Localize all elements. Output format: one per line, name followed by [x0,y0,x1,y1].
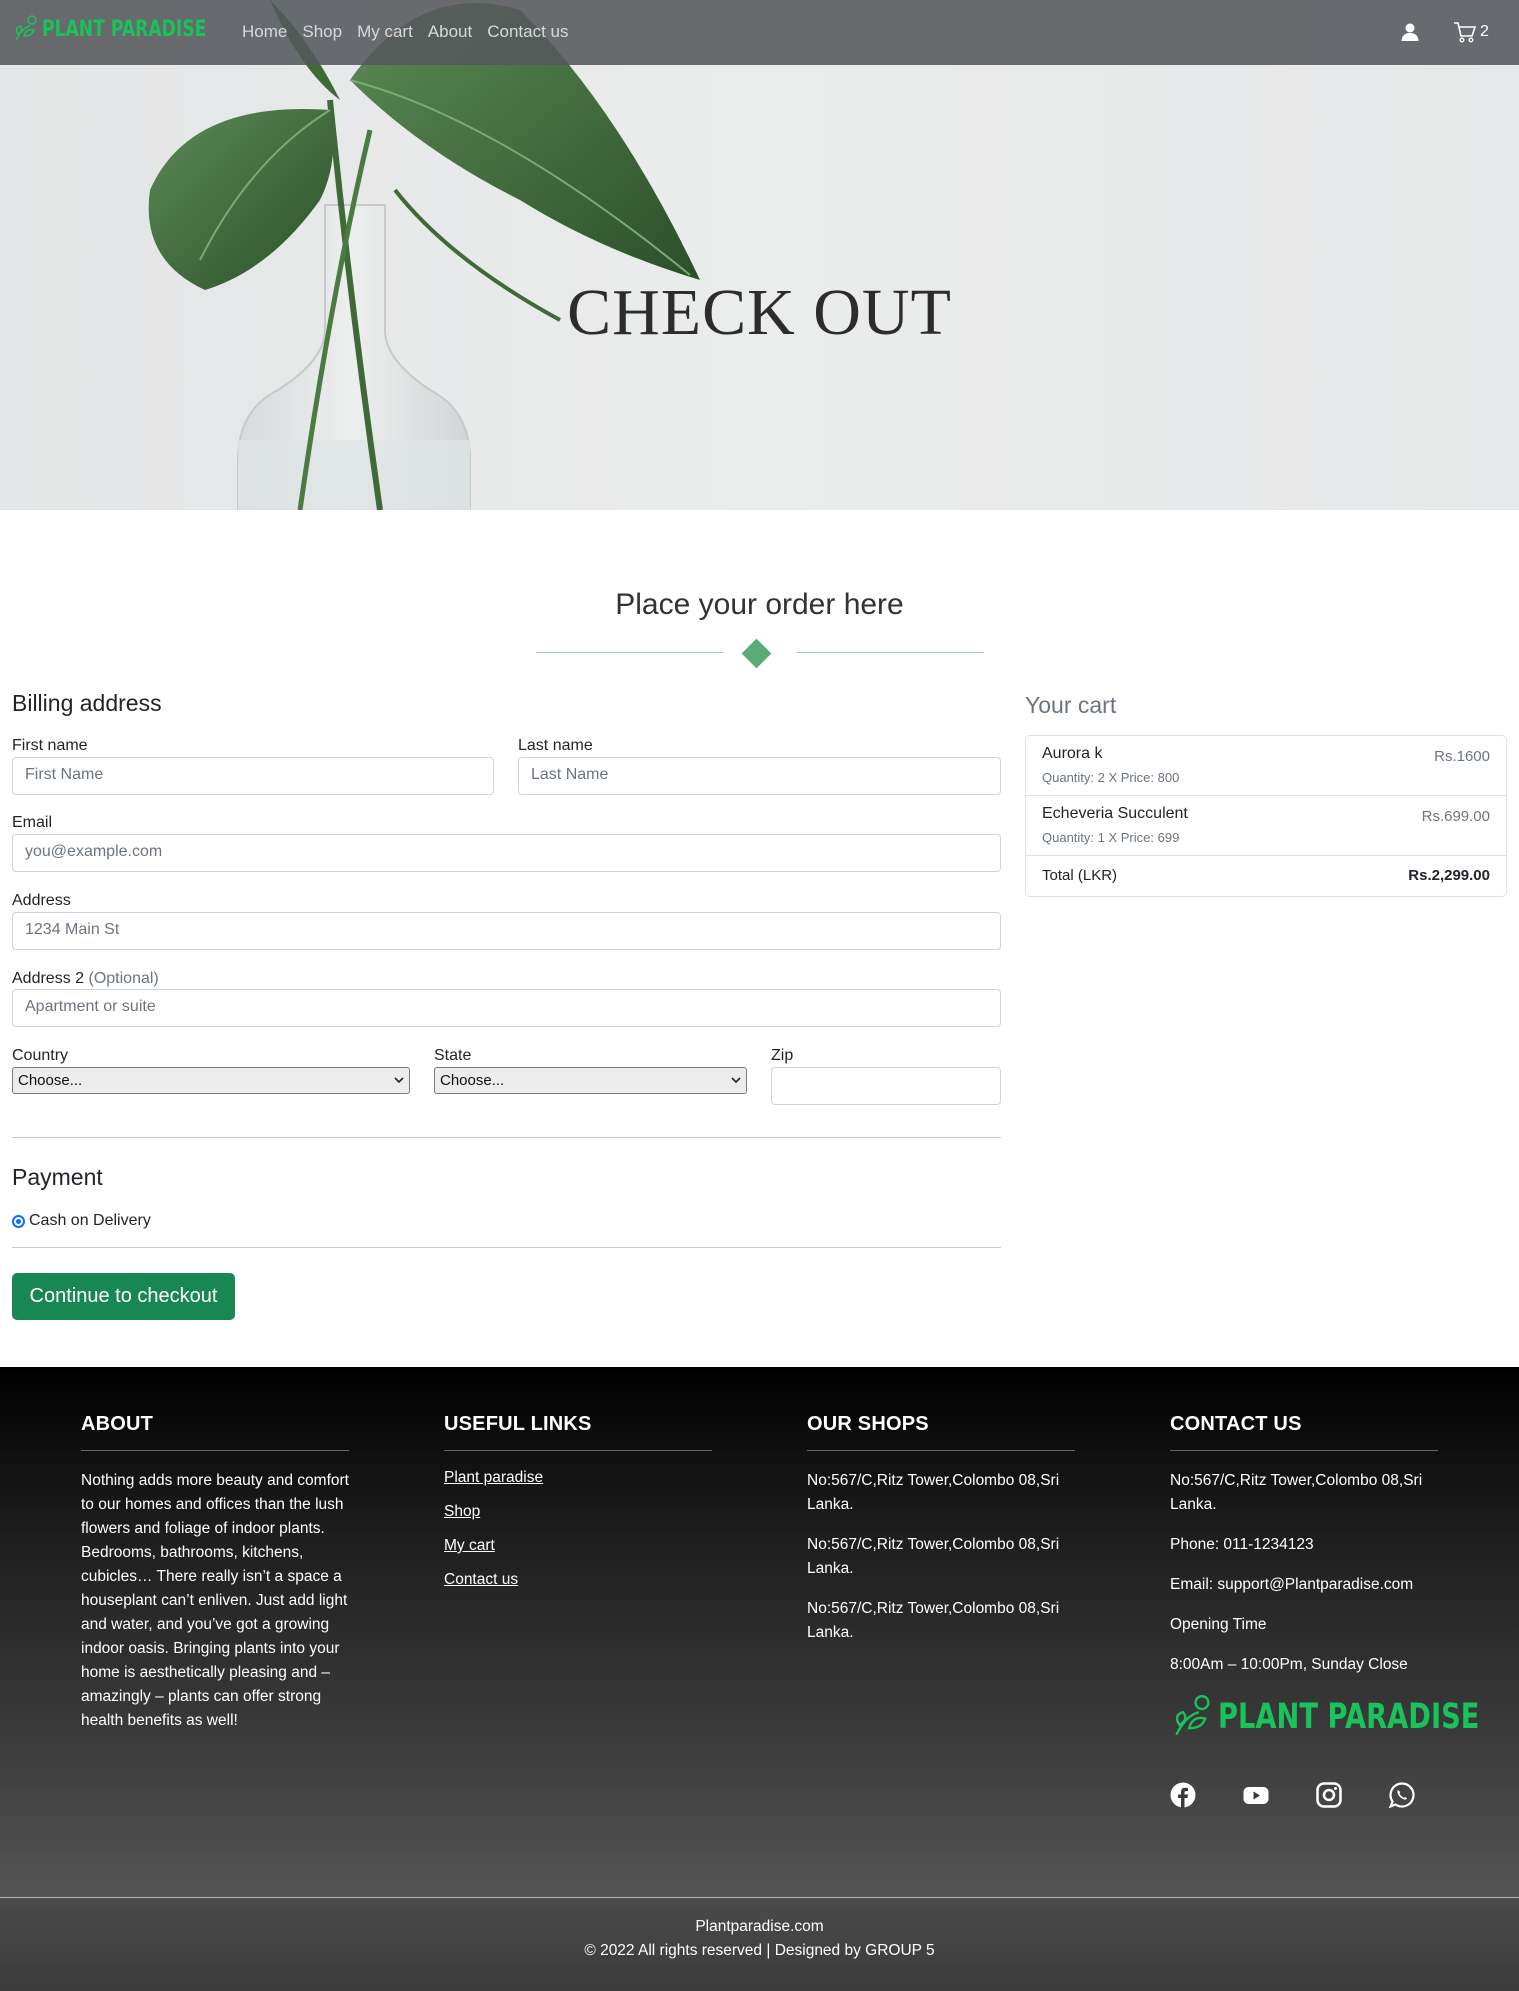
footer-link-my-cart[interactable]: My cart [444,1537,712,1555]
footer-shops: OUR SHOPS No:567/C,Ritz Tower,Colombo 08… [807,1413,1075,1661]
email-input[interactable]: you@example.com [12,834,1001,872]
cart-total-row: Total (LKR) Rs.2,299.00 [1026,856,1506,896]
footer-link-shop[interactable]: Shop [444,1503,712,1521]
contact-email: Email: support@Plantparadise.com [1170,1576,1414,1593]
nav-link-shop[interactable]: Shop [302,22,342,42]
cart-item: Aurora k Quantity: 2 X Price: 800 Rs.160… [1026,736,1506,796]
address2-label-text: Address 2 [12,970,85,987]
footer-brand-name: PLANT PARADISE [1218,1697,1480,1737]
address2-optional: (Optional) [88,970,159,987]
nav-links: Home Shop My cart About Contact us [242,22,569,42]
navbar: PLANT PARADISE Home Shop My cart About C… [0,0,1519,65]
nav-link-home[interactable]: Home [242,22,287,42]
whatsapp-icon[interactable] [1389,1782,1415,1808]
footer-brand-logo: PLANT PARADISE [1170,1693,1519,1741]
divider-diamond-icon [741,638,772,669]
payment-option-label: Cash on Delivery [29,1212,151,1229]
cart-total-label: Total (LKR) [1042,867,1118,884]
cart-item-price: Rs.699.00 [1421,808,1490,825]
payment-divider [12,1247,1001,1248]
divider-left [536,652,723,653]
cart-item-price: Rs.1600 [1434,748,1490,765]
address2-input[interactable]: Apartment or suite [12,989,1001,1027]
cart-total-value: Rs.2,299.00 [1408,867,1490,884]
state-select-value: Choose... [440,1072,505,1089]
footer-contact-heading: CONTACT US [1170,1413,1438,1451]
shop-address: No:567/C,Ritz Tower,Colombo 08,Sri Lanka… [807,1472,1060,1513]
cart-item-meta: Quantity: 2 X Price: 800 [1042,770,1180,785]
plant-logo-icon [1175,1695,1210,1736]
chevron-down-icon [731,1077,741,1084]
nav-link-my-cart[interactable]: My cart [357,22,413,42]
footer-links: USEFUL LINKS Plant paradise Shop My cart… [444,1413,712,1605]
plant-logo-icon [15,15,37,41]
billing-heading: Billing address [12,690,162,716]
opening-label: Opening Time [1170,1616,1267,1633]
footer-about-text: Nothing adds more beauty and comfort to … [81,1472,349,1729]
nav-link-about[interactable]: About [428,22,472,42]
youtube-icon[interactable] [1243,1782,1269,1808]
address-input[interactable]: 1234 Main St [12,912,1001,950]
brand-name: PLANT PARADISE [42,16,207,42]
cart-item: Echeveria Succulent Quantity: 1 X Price:… [1026,796,1506,856]
first-name-label: First name [12,737,88,754]
last-name-label: Last name [518,737,593,754]
section-title: Place your order here [615,588,904,621]
shop-address: No:567/C,Ritz Tower,Colombo 08,Sri Lanka… [807,1536,1060,1577]
site-name: Plantparadise.com [695,1918,824,1935]
footer-shops-heading: OUR SHOPS [807,1413,1075,1451]
cart-item-name: Echeveria Succulent [1042,805,1188,822]
cart-heading: Your cart [1025,692,1117,718]
radio-selected-icon[interactable] [12,1214,25,1228]
cart-icon [1454,22,1477,43]
cart-item-name: Aurora k [1042,745,1103,762]
contact-address: No:567/C,Ritz Tower,Colombo 08,Sri Lanka… [1170,1472,1423,1513]
footer-links-heading: USEFUL LINKS [444,1413,712,1451]
cart-button[interactable]: 2 [1453,21,1489,43]
footer: ABOUT Nothing adds more beauty and comfo… [0,1367,1519,1897]
shop-address: No:567/C,Ritz Tower,Colombo 08,Sri Lanka… [807,1600,1060,1641]
nav-link-contact[interactable]: Contact us [487,22,568,42]
hero-title: CHECK OUT [567,276,952,349]
continue-checkout-button[interactable]: Continue to checkout [12,1273,235,1320]
address2-label: Address 2 (Optional) [12,970,159,988]
footer-about-heading: ABOUT [81,1413,349,1451]
hero-plant-illustration [148,0,700,510]
footer-link-contact[interactable]: Contact us [444,1571,712,1589]
facebook-icon[interactable] [1170,1782,1196,1808]
address-label: Address [12,892,71,909]
user-icon[interactable] [1400,22,1420,47]
email-label: Email [12,814,53,831]
cart-list: Aurora k Quantity: 2 X Price: 800 Rs.160… [1025,735,1507,897]
zip-input[interactable] [771,1067,1001,1105]
footer-link-plant-paradise[interactable]: Plant paradise [444,1469,712,1487]
last-name-input[interactable]: Last Name [518,757,1001,795]
country-select-value: Choose... [18,1072,83,1089]
hero-banner: CHECK OUT [0,0,1519,510]
contact-phone: Phone: 011-1234123 [1170,1536,1314,1553]
copyright-bar: Plantparadise.com © 2022 All rights rese… [0,1897,1519,1991]
instagram-icon[interactable] [1316,1782,1342,1808]
zip-label: Zip [771,1047,794,1064]
brand-logo[interactable]: PLANT PARADISE [12,14,253,44]
country-label: Country [12,1047,69,1064]
payment-option-cod[interactable]: Cash on Delivery [12,1212,151,1230]
opening-hours: 8:00Am – 10:00Pm, Sunday Close [1170,1656,1408,1673]
copyright-text: © 2022 All rights reserved | Designed by… [584,1942,935,1959]
state-select[interactable]: Choose... [434,1067,747,1094]
chevron-down-icon [394,1077,404,1084]
cart-count: 2 [1480,23,1489,40]
state-label: State [434,1047,472,1064]
payment-heading: Payment [12,1164,103,1190]
divider-right [797,652,984,653]
social-links [1170,1782,1415,1808]
footer-about: ABOUT Nothing adds more beauty and comfo… [81,1413,349,1733]
cart-item-meta: Quantity: 1 X Price: 699 [1042,830,1180,845]
footer-contact: CONTACT US No:567/C,Ritz Tower,Colombo 0… [1170,1413,1438,1693]
first-name-input[interactable]: First Name [12,757,494,795]
form-divider [12,1137,1001,1138]
country-select[interactable]: Choose... [12,1067,410,1094]
